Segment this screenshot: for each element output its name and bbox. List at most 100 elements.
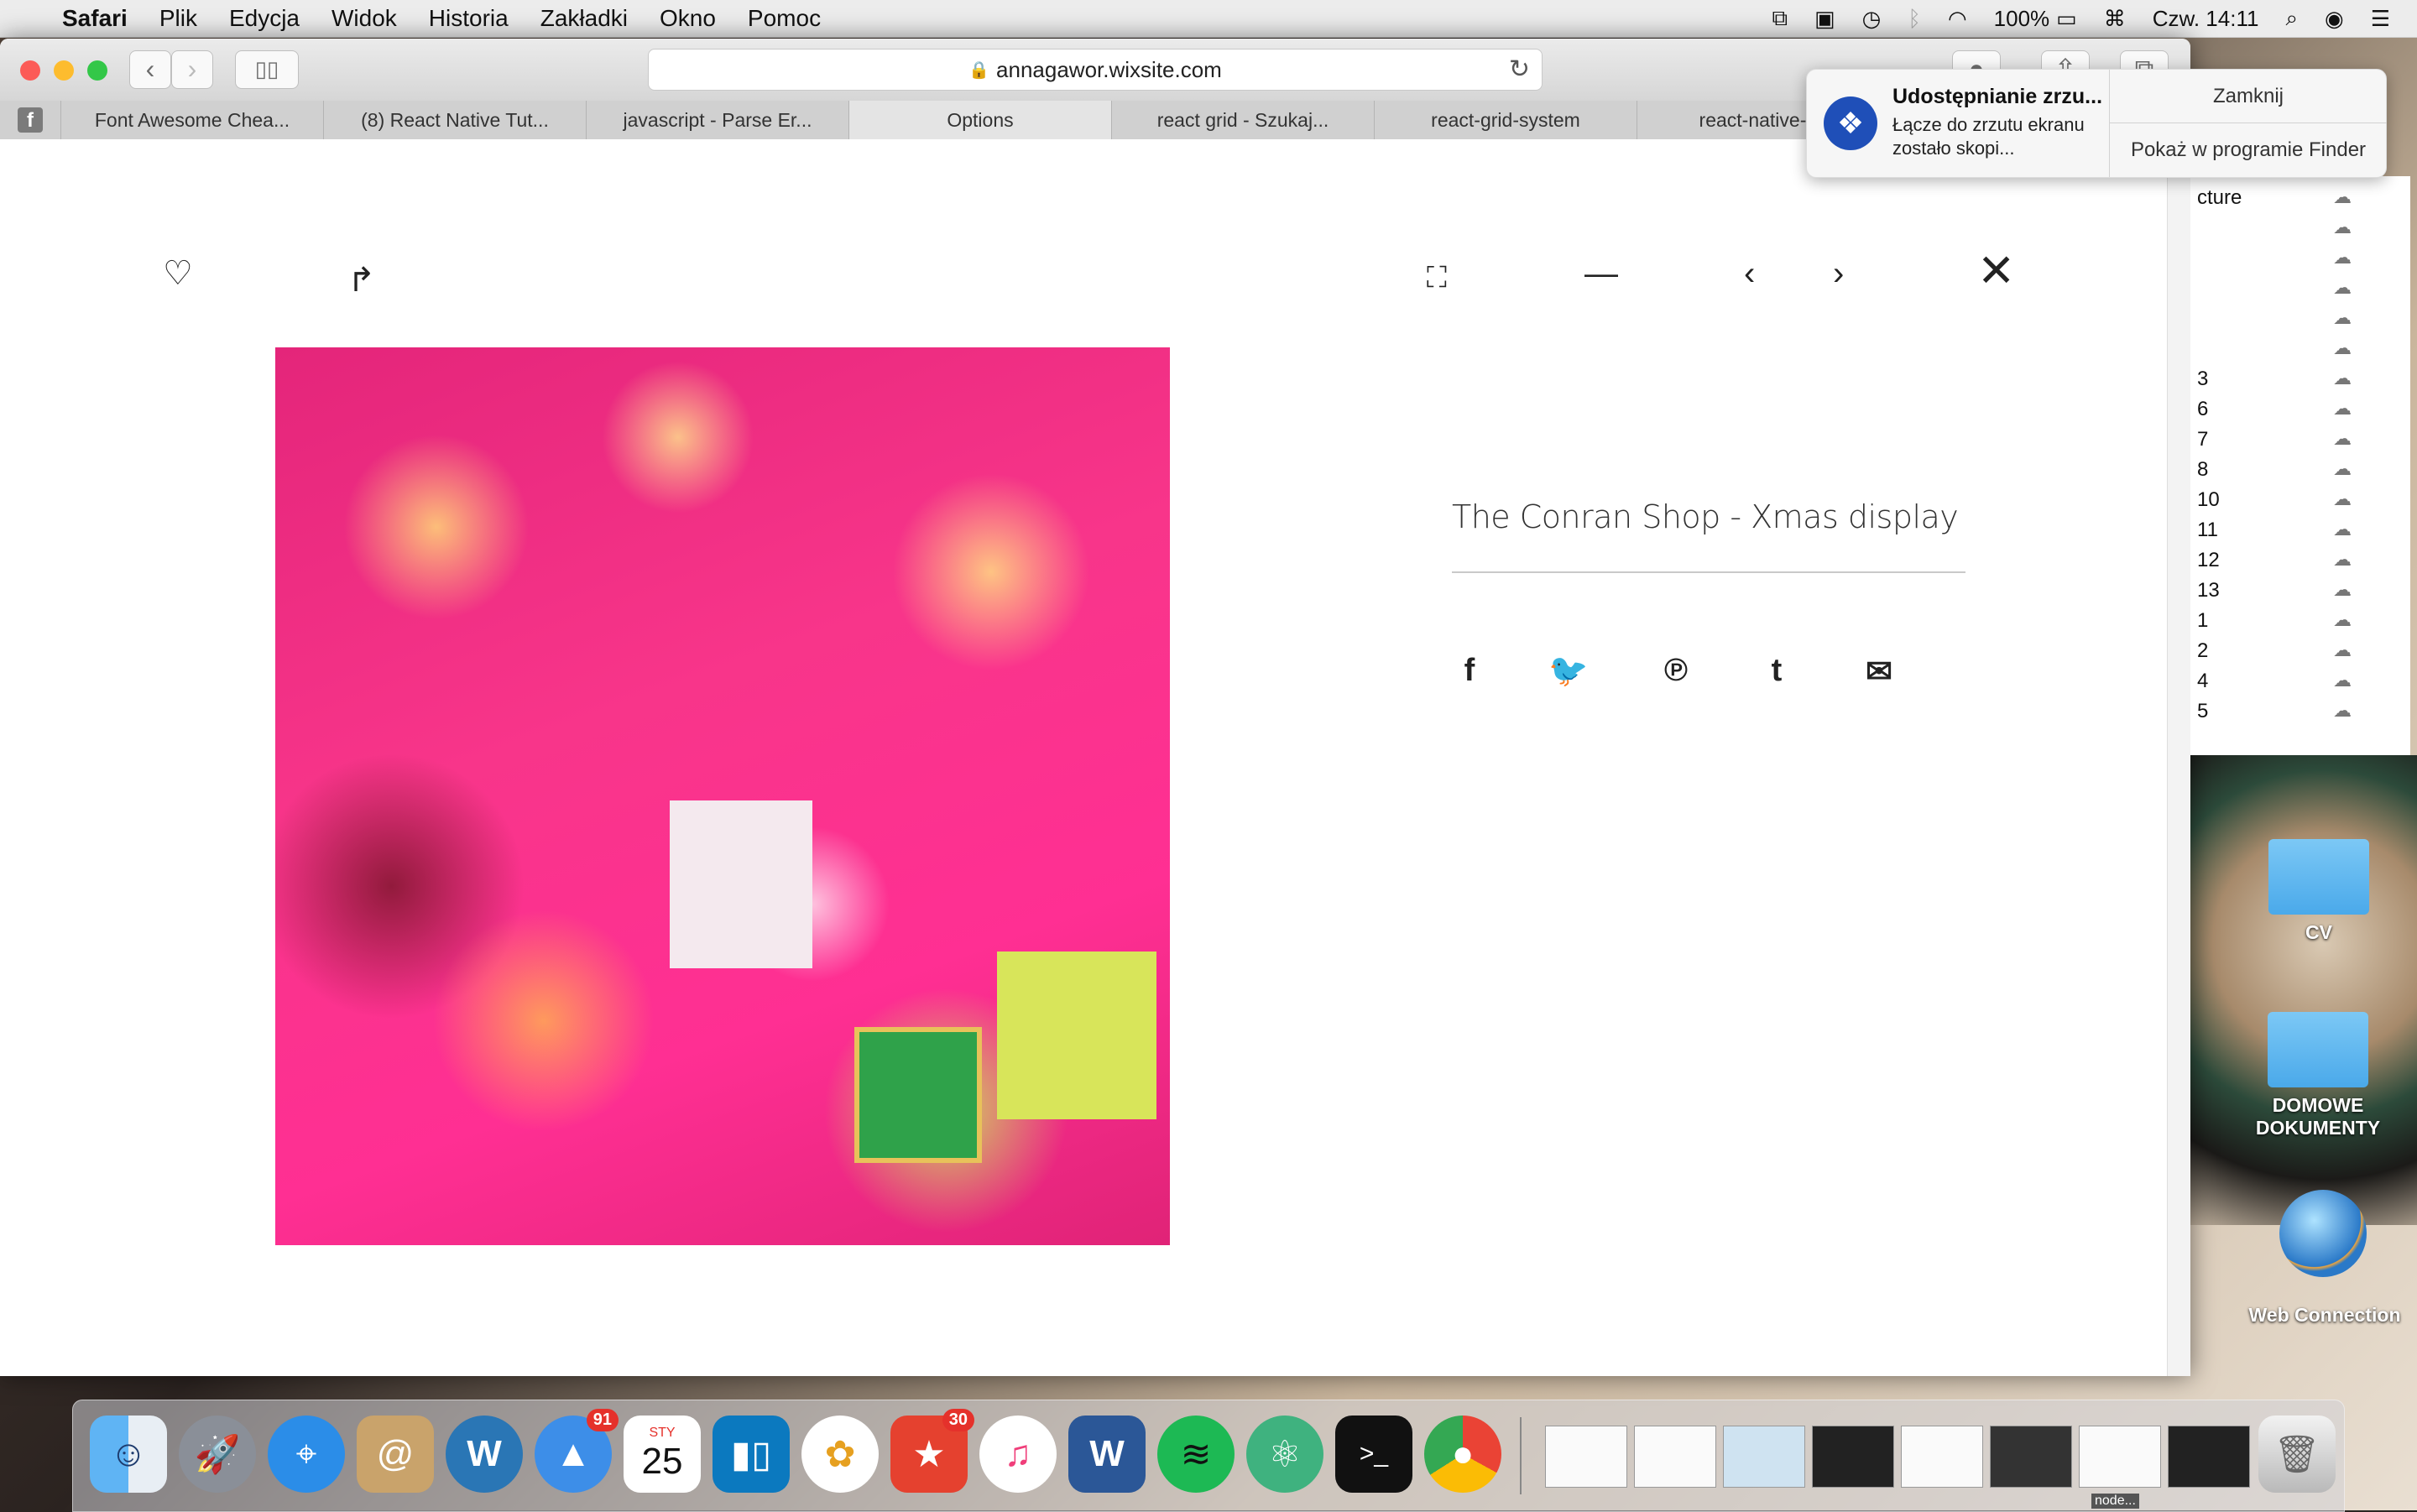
search-icon[interactable]: ⌕	[2285, 5, 2298, 32]
page-scrollbar-area[interactable]	[2167, 139, 2190, 1376]
chevron-right-icon[interactable]: ›	[1833, 257, 1844, 290]
finder-row[interactable]: 10	[2197, 488, 2220, 512]
tab-react-grid[interactable]: react grid - Szukaj...	[1112, 101, 1375, 139]
finder-row[interactable]: 3	[2197, 368, 2208, 391]
safari-dock-icon[interactable]: ⌖	[268, 1416, 345, 1493]
bookmark-app-icon[interactable]: ▣	[1814, 6, 1835, 32]
terminal-dock-icon[interactable]: >_	[1335, 1416, 1412, 1493]
menu-view[interactable]: Widok	[331, 5, 397, 32]
zoom-window-button[interactable]	[87, 60, 107, 81]
facebook-share-icon[interactable]: f	[1449, 653, 1490, 695]
forward-button[interactable]: ›	[171, 50, 213, 89]
dropbox-icon[interactable]: ⧉	[1772, 5, 1788, 32]
keyboard-icon[interactable]: ⌘	[2104, 6, 2126, 32]
chrome-dock-icon[interactable]: ●	[1424, 1416, 1501, 1493]
finder-row[interactable]: 5	[2197, 700, 2208, 723]
trash-dock-icon[interactable]: 🗑	[2258, 1416, 2336, 1493]
back-button[interactable]: ‹	[129, 50, 171, 89]
icloud-icon: ☁	[2333, 307, 2352, 328]
wordpress-dock-icon[interactable]: W	[446, 1416, 523, 1493]
lock-icon: 🔒	[968, 60, 990, 80]
address-bar[interactable]: 🔒 annagawor.wixsite.com ↻	[648, 49, 1543, 91]
photos-dock-icon[interactable]: ✿	[801, 1416, 879, 1493]
gallery-photo[interactable]	[275, 347, 1170, 1245]
sidebar-toggle-button[interactable]: ▯▯	[235, 50, 299, 89]
menu-file[interactable]: Plik	[159, 5, 197, 32]
minimized-window-thumb[interactable]	[1990, 1426, 2072, 1488]
email-share-icon[interactable]: ✉	[1858, 653, 1900, 695]
close-icon[interactable]: ✕	[1977, 248, 2015, 294]
word-dock-icon[interactable]: W	[1068, 1416, 1146, 1493]
minimize-window-button[interactable]	[54, 60, 74, 81]
finder-row[interactable]: 11	[2197, 519, 2218, 542]
menu-help[interactable]: Pomoc	[748, 5, 821, 32]
tumblr-share-icon[interactable]: t	[1756, 653, 1798, 695]
icloud-icon: ☁	[2333, 519, 2352, 540]
minimized-window-thumb[interactable]	[1634, 1426, 1716, 1488]
tab-react-native[interactable]: (8) React Native Tut...	[324, 101, 587, 139]
tab-font-awesome[interactable]: Font Awesome Chea...	[61, 101, 324, 139]
finder-row[interactable]: 12	[2197, 549, 2220, 572]
time-machine-icon[interactable]: ◷	[1862, 6, 1882, 32]
reload-icon[interactable]: ↻	[1509, 55, 1530, 84]
finder-row[interactable]: 1	[2197, 609, 2208, 633]
notification-close-button[interactable]: Zamknij	[2110, 70, 2387, 123]
desktop-folder-domowe[interactable]: DOMOWE DOKUMENTY	[2241, 1012, 2395, 1139]
atom-dock-icon[interactable]: ⚛	[1246, 1416, 1323, 1493]
minimized-window-thumb[interactable]: node...	[2079, 1426, 2161, 1509]
folder-icon	[2268, 1012, 2368, 1087]
desktop-wallpaper-photo	[2182, 755, 2417, 1225]
menu-bookmarks[interactable]: Zakładki	[540, 5, 628, 32]
chevron-left-icon[interactable]: ‹	[1744, 257, 1755, 290]
desktop-folder-cv[interactable]: CV	[2264, 839, 2373, 944]
heart-icon[interactable]: ♡	[163, 257, 193, 290]
contacts-dock-icon[interactable]: @	[357, 1416, 434, 1493]
finder-row[interactable]: 8	[2197, 458, 2208, 482]
close-window-button[interactable]	[20, 60, 40, 81]
finder-row[interactable]: 13	[2197, 579, 2220, 602]
fullscreen-icon[interactable]: ⛶	[1427, 263, 1447, 292]
dropbox-notification[interactable]: ❖ Udostępnianie zrzu... Łącze do zrzutu …	[1806, 69, 2387, 178]
dock: ☺ 🚀 ⌖ @ W ▲ 91 STY 25 ▮▯ ✿ ★ 30 ♫ W ≋ ⚛ >_…	[72, 1400, 2345, 1512]
show-in-finder-button[interactable]: Pokaż w programie Finder	[2110, 123, 2387, 176]
pinterest-share-icon[interactable]: ℗	[1655, 653, 1697, 695]
minimized-window-thumb[interactable]	[1545, 1426, 1627, 1488]
bluetooth-icon[interactable]: ᛒ	[1908, 6, 1921, 32]
menu-app-name[interactable]: Safari	[62, 5, 128, 32]
notification-center-icon[interactable]: ☰	[2371, 6, 2390, 32]
twitter-share-icon[interactable]: 🐦	[1548, 653, 1590, 695]
finder-row[interactable]: cture	[2197, 186, 2242, 210]
finder-row[interactable]: 6	[2197, 398, 2208, 421]
menu-edit[interactable]: Edycja	[229, 5, 300, 32]
siri-icon[interactable]: ◉	[2325, 6, 2344, 32]
minimized-window-thumb[interactable]	[1723, 1426, 1805, 1488]
wunderlist-dock-icon[interactable]: ★ 30	[890, 1409, 974, 1493]
tab-options[interactable]: Options	[849, 101, 1112, 139]
tab-react-grid-system[interactable]: react-grid-system	[1375, 101, 1637, 139]
finder-row[interactable]: 4	[2197, 670, 2208, 693]
desktop-folder-label: DOMOWE DOKUMENTY	[2255, 1094, 2381, 1139]
menubar-clock[interactable]: Czw. 14:11	[2153, 6, 2259, 32]
airmail-dock-icon[interactable]: ▲ 91	[535, 1409, 619, 1493]
wifi-icon[interactable]: ◠	[1948, 6, 1967, 32]
spotify-dock-icon[interactable]: ≋	[1157, 1416, 1235, 1493]
battery-icon[interactable]: ▭	[2056, 6, 2077, 32]
itunes-dock-icon[interactable]: ♫	[979, 1416, 1057, 1493]
pinned-tab-facebook[interactable]: f	[0, 101, 61, 139]
battery-percent[interactable]: 100%	[1994, 6, 2050, 32]
minimized-window-thumb[interactable]	[1812, 1426, 1894, 1488]
share-arrow-icon[interactable]: ↱	[347, 263, 376, 297]
minimized-window-thumb[interactable]	[1901, 1426, 1983, 1488]
launchpad-dock-icon[interactable]: 🚀	[179, 1416, 256, 1493]
calendar-dock-icon[interactable]: STY 25	[624, 1416, 701, 1493]
finder-dock-icon[interactable]: ☺	[90, 1416, 167, 1493]
menu-history[interactable]: Historia	[429, 5, 509, 32]
web-connection-icon[interactable]	[2279, 1190, 2367, 1277]
menu-window[interactable]: Okno	[660, 5, 716, 32]
finder-row[interactable]: 2	[2197, 639, 2208, 663]
tab-javascript[interactable]: javascript - Parse Er...	[587, 101, 849, 139]
minimized-window-thumb[interactable]	[2168, 1426, 2250, 1488]
minimize-icon[interactable]: —	[1584, 257, 1618, 290]
finder-row[interactable]: 7	[2197, 428, 2208, 451]
trello-dock-icon[interactable]: ▮▯	[713, 1416, 790, 1493]
